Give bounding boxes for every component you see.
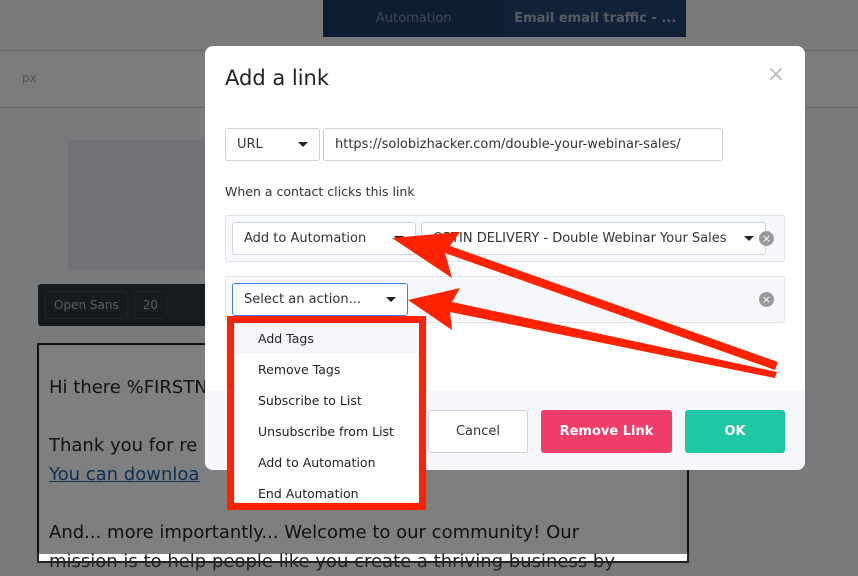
annotation-arrows [392,232,778,378]
